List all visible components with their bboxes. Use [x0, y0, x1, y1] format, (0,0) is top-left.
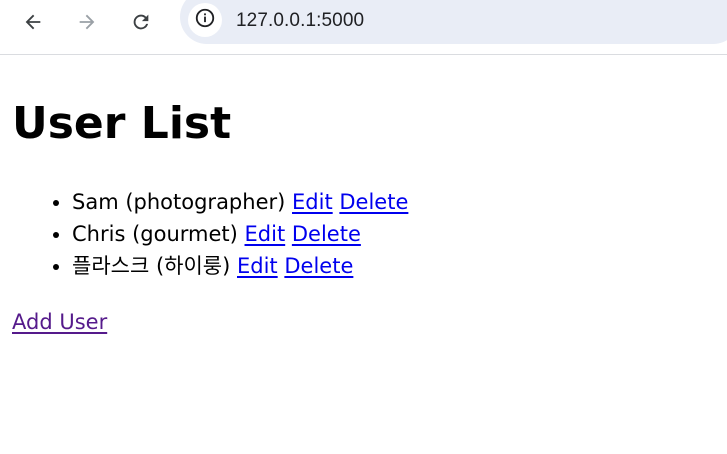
- add-user-link[interactable]: Add User: [12, 306, 107, 338]
- user-list-item: Sam (photographer) Edit Delete: [72, 186, 408, 218]
- reload-button[interactable]: [125, 6, 157, 38]
- delete-link[interactable]: Delete: [339, 190, 408, 214]
- edit-link[interactable]: Edit: [237, 254, 278, 278]
- edit-link[interactable]: Edit: [245, 222, 286, 246]
- page-title: User List: [12, 98, 232, 149]
- info-icon: [194, 7, 216, 33]
- user-role: 하이룽: [164, 254, 223, 278]
- user-name: Sam: [72, 190, 119, 214]
- site-info-button[interactable]: [188, 3, 222, 37]
- browser-toolbar: 127.0.0.1:5000: [0, 0, 727, 55]
- delete-link[interactable]: Delete: [284, 254, 353, 278]
- delete-link[interactable]: Delete: [292, 222, 361, 246]
- user-role: photographer: [133, 190, 278, 214]
- arrow-right-icon: [76, 11, 98, 33]
- user-role: gourmet: [140, 222, 230, 246]
- user-list-item: Chris (gourmet) Edit Delete: [72, 218, 408, 250]
- user-list: Sam (photographer) Edit Delete Chris (go…: [0, 186, 408, 282]
- back-button[interactable]: [17, 6, 49, 38]
- reload-icon: [130, 11, 152, 33]
- user-name: 플라스크: [72, 254, 150, 278]
- page-content: User List Sam (photographer) Edit Delete…: [0, 56, 727, 454]
- arrow-left-icon: [22, 11, 44, 33]
- user-name: Chris: [72, 222, 126, 246]
- edit-link[interactable]: Edit: [292, 190, 333, 214]
- url-text[interactable]: 127.0.0.1:5000: [236, 10, 364, 32]
- address-bar[interactable]: 127.0.0.1:5000: [180, 0, 727, 44]
- forward-button[interactable]: [71, 6, 103, 38]
- user-list-item: 플라스크 (하이룽) Edit Delete: [72, 250, 408, 282]
